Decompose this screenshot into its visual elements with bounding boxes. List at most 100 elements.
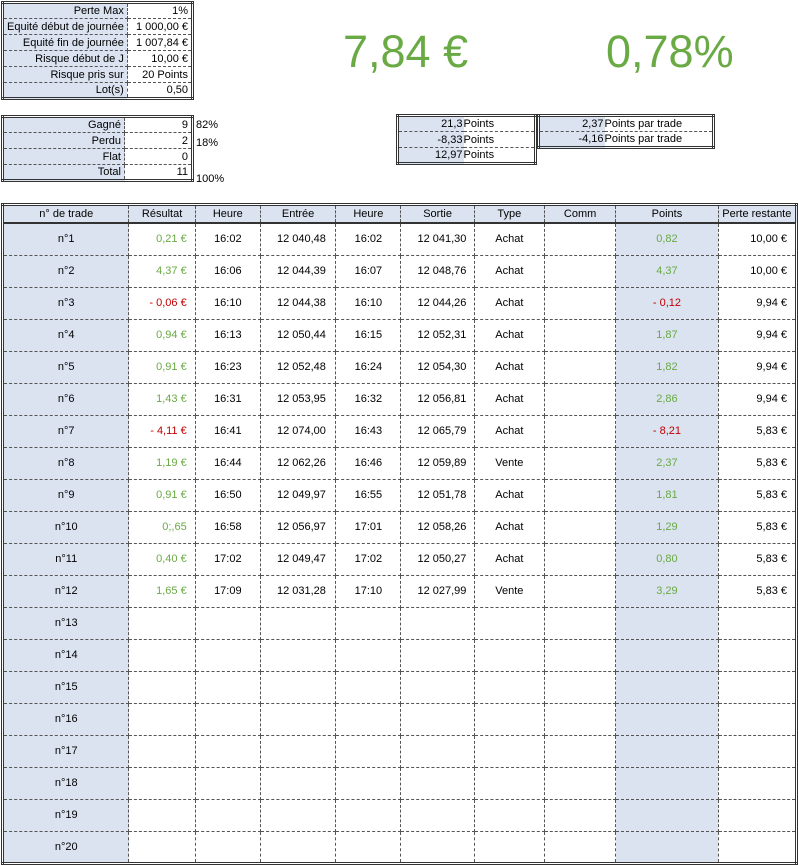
exit-price[interactable] (400, 767, 475, 800)
trade-result[interactable] (128, 671, 196, 704)
entry-time[interactable] (195, 671, 261, 704)
entry-price[interactable]: 12 049,47 (260, 543, 337, 576)
trade-result[interactable] (128, 735, 196, 768)
remaining-loss[interactable] (718, 799, 798, 832)
trade-comment[interactable] (544, 255, 617, 288)
exit-time[interactable]: 16:43 (335, 415, 402, 448)
trade-type[interactable]: Achat (474, 383, 545, 416)
remaining-loss[interactable]: 10,00 € (718, 255, 798, 288)
trade-points[interactable] (615, 735, 719, 768)
entry-time[interactable] (195, 767, 261, 800)
trade-comment[interactable] (544, 223, 617, 256)
exit-time[interactable] (335, 735, 402, 768)
trade-comment[interactable] (544, 447, 617, 480)
summary-value[interactable]: 0,50 (127, 83, 192, 99)
trade-number[interactable]: n°16 (2, 703, 130, 736)
exit-time[interactable] (335, 703, 402, 736)
trade-comment[interactable] (544, 767, 617, 800)
trade-type[interactable]: Achat (474, 255, 545, 288)
exit-price[interactable]: 12 044,26 (400, 287, 475, 320)
entry-time[interactable]: 17:02 (195, 543, 261, 576)
entry-time[interactable]: 16:10 (195, 287, 261, 320)
trade-type[interactable]: Achat (474, 415, 545, 448)
trade-number[interactable]: n°11 (2, 543, 130, 576)
trade-result[interactable] (128, 767, 196, 800)
entry-time[interactable]: 16:41 (195, 415, 261, 448)
trade-comment[interactable] (544, 671, 617, 704)
stats-value[interactable]: 2 (124, 132, 193, 149)
trade-number[interactable]: n°13 (2, 607, 130, 640)
exit-price[interactable]: 12 041,30 (400, 223, 475, 256)
entry-price[interactable] (260, 799, 337, 832)
trade-number[interactable]: n°17 (2, 735, 130, 768)
exit-price[interactable]: 12 051,78 (400, 479, 475, 512)
trade-result[interactable]: 0,40 € (128, 543, 196, 576)
trade-points[interactable] (615, 703, 719, 736)
trade-points[interactable] (615, 639, 719, 672)
remaining-loss[interactable] (718, 671, 798, 704)
exit-time[interactable] (335, 831, 402, 864)
exit-time[interactable]: 16:55 (335, 479, 402, 512)
trade-type[interactable] (474, 735, 545, 768)
trade-type[interactable] (474, 639, 545, 672)
trade-result[interactable] (128, 607, 196, 640)
exit-price[interactable]: 12 048,76 (400, 255, 475, 288)
trade-number[interactable]: n°19 (2, 799, 130, 832)
exit-price[interactable]: 12 056,81 (400, 383, 475, 416)
trade-number[interactable]: n°15 (2, 671, 130, 704)
trade-comment[interactable] (544, 543, 617, 576)
trade-comment[interactable] (544, 831, 617, 864)
entry-price[interactable]: 12 044,38 (260, 287, 337, 320)
entry-price[interactable] (260, 671, 337, 704)
stats-value[interactable]: 11 (125, 165, 193, 181)
entry-price[interactable]: 12 056,97 (260, 511, 337, 544)
remaining-loss[interactable]: 5,83 € (718, 447, 798, 480)
exit-price[interactable] (400, 799, 475, 832)
trade-type[interactable]: Achat (474, 287, 545, 320)
trade-points[interactable]: 2,37 (615, 447, 719, 480)
exit-time[interactable]: 16:07 (335, 255, 402, 288)
exit-price[interactable] (400, 735, 475, 768)
remaining-loss[interactable]: 9,94 € (718, 351, 798, 384)
trade-number[interactable]: n°20 (2, 831, 130, 864)
trade-number[interactable]: n°8 (2, 447, 130, 480)
trade-points[interactable]: 2,86 (615, 383, 719, 416)
exit-time[interactable] (335, 607, 402, 640)
trade-points[interactable]: 4,37 (615, 255, 719, 288)
trade-type[interactable] (474, 607, 545, 640)
trade-comment[interactable] (544, 351, 617, 384)
entry-price[interactable] (260, 735, 337, 768)
trade-points[interactable]: 1,87 (615, 319, 719, 352)
trade-points[interactable]: 0,82 (615, 223, 719, 256)
remaining-loss[interactable] (718, 735, 798, 768)
entry-price[interactable] (260, 703, 337, 736)
entry-time[interactable] (195, 831, 261, 864)
points-value[interactable]: -8,33 (397, 131, 464, 148)
remaining-loss[interactable]: 5,83 € (718, 575, 798, 608)
entry-time[interactable]: 16:50 (195, 479, 261, 512)
trade-number[interactable]: n°14 (2, 639, 130, 672)
trade-number[interactable]: n°4 (2, 319, 130, 352)
summary-value[interactable]: 1% (127, 2, 193, 19)
trade-points[interactable]: 3,29 (615, 575, 719, 608)
trade-points[interactable] (615, 767, 719, 800)
trade-comment[interactable] (544, 511, 617, 544)
stats-value[interactable]: 9 (124, 116, 193, 133)
trade-result[interactable]: 1,43 € (128, 383, 196, 416)
exit-price[interactable] (400, 703, 475, 736)
trade-points[interactable] (615, 831, 719, 864)
entry-time[interactable]: 16:23 (195, 351, 261, 384)
entry-time[interactable]: 16:44 (195, 447, 261, 480)
trade-points[interactable]: 1,81 (615, 479, 719, 512)
entry-price[interactable]: 12 050,44 (260, 319, 337, 352)
trade-type[interactable]: Achat (474, 223, 545, 256)
trade-number[interactable]: n°5 (2, 351, 130, 384)
trade-type[interactable]: Vente (474, 575, 545, 608)
exit-price[interactable] (400, 607, 475, 640)
exit-price[interactable]: 12 058,26 (400, 511, 475, 544)
trade-points[interactable]: 0,80 (615, 543, 719, 576)
trade-type[interactable] (474, 831, 545, 864)
entry-price[interactable]: 12 049,97 (260, 479, 337, 512)
summary-value[interactable]: 1 000,00 € (127, 18, 193, 35)
exit-price[interactable] (400, 671, 475, 704)
